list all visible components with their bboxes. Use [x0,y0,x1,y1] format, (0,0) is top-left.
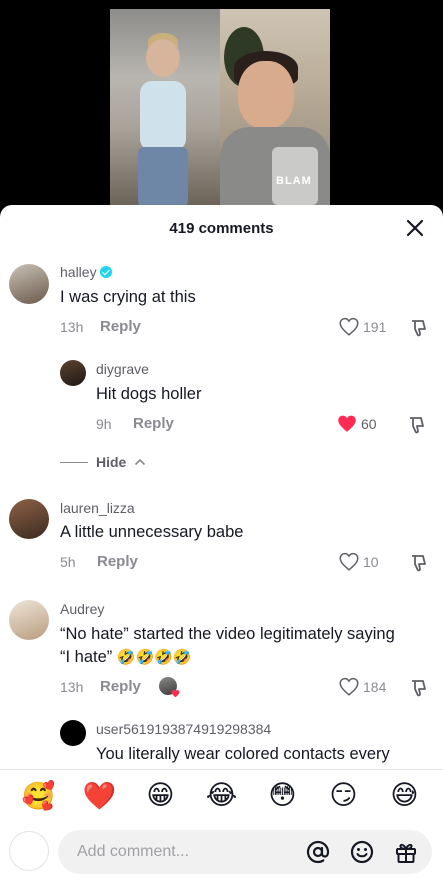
avatar[interactable] [60,360,86,386]
comment-time: 9h [96,416,112,432]
my-avatar [9,831,49,871]
verified-badge-icon [99,266,112,278]
emoji-button[interactable]: 🥰 [19,780,59,812]
emoji-quick-bar: 🥰 ❤️ 😁 😂 😳 😏 😅 [0,769,443,821]
comments-header: 419 comments [0,205,443,251]
comment-username[interactable]: halley [60,264,112,280]
cup-label: BLAM [276,175,312,187]
emoji-button[interactable]: 😂 [202,780,242,811]
emoji-button[interactable]: 😏 [324,780,364,811]
mention-icon[interactable] [306,840,330,864]
heart-icon [339,552,359,571]
hide-replies-button[interactable]: Hide [60,454,146,470]
comment-input-row: Add comment... [0,821,443,878]
emoji-button[interactable]: 😅 [385,780,425,811]
dislike-icon[interactable] [408,678,428,698]
comment-text: I was crying at this [60,288,196,306]
gift-icon[interactable] [394,840,418,864]
dislike-icon[interactable] [408,553,428,573]
emoji-button[interactable]: 😁 [141,780,181,811]
dislike-icon[interactable] [406,415,426,435]
username-text: halley [60,264,97,280]
reply-button[interactable]: Reply [100,678,141,695]
avatar[interactable] [60,720,86,746]
emoji-button[interactable]: ❤️ [80,780,120,812]
like-count: 60 [361,415,377,432]
divider [60,461,88,463]
comment-username[interactable]: lauren_lizza [60,500,135,516]
like-button[interactable]: 60 [337,414,377,433]
dislike-icon[interactable] [408,318,428,338]
video-left-panel [110,9,220,205]
video-right-panel: BLAM [220,9,330,205]
comment-text: You literally wear colored contacts ever… [96,745,390,763]
reply-button[interactable]: Reply [100,318,141,335]
comment-input[interactable]: Add comment... [58,830,432,874]
heart-filled-icon [338,415,356,432]
person-head [146,39,180,77]
video-preview[interactable]: BLAM [0,0,443,215]
comment-text: Hit dogs holler [96,385,202,403]
like-button[interactable]: 184 [339,677,386,696]
like-button[interactable]: 10 [339,552,379,571]
person-head [238,61,294,129]
comment-text: “No hate” started the video legitimately… [60,623,400,669]
heart-icon [339,677,359,696]
like-count: 10 [363,553,379,570]
like-count: 184 [363,678,387,695]
reply-button[interactable]: Reply [97,553,138,570]
comment-input-placeholder: Add comment... [77,843,190,860]
comment-time: 13h [60,319,84,335]
comments-count: 419 comments [169,220,274,237]
comment-time: 13h [60,679,84,695]
comments-sheet: 419 comments halley I was crying at this… [0,205,443,878]
hide-label: Hide [96,454,127,470]
like-button[interactable]: 191 [339,317,386,336]
like-count: 191 [363,318,387,335]
avatar[interactable] [9,499,49,539]
close-icon[interactable] [405,218,425,238]
emoji-icon[interactable] [350,840,374,864]
comment-username[interactable]: diygrave [96,361,149,377]
chevron-up-icon [135,458,146,466]
comment-emojis: 🤣🤣🤣🤣 [116,648,192,666]
reply-button[interactable]: Reply [133,415,174,432]
comment-text-content: “No hate” started the video legitimately… [60,625,395,666]
person-legs [138,147,188,205]
avatar[interactable] [9,600,49,640]
person-body [140,81,186,151]
comment-username[interactable]: user5619193874919298384 [96,721,271,737]
comment-text: A little unnecessary babe [60,523,244,541]
comment-username[interactable]: Audrey [60,601,104,617]
heart-icon [339,317,359,336]
comment-time: 5h [60,554,76,570]
heart-badge-icon [171,689,180,698]
emoji-button[interactable]: 😳 [263,780,303,811]
avatar[interactable] [9,264,49,304]
